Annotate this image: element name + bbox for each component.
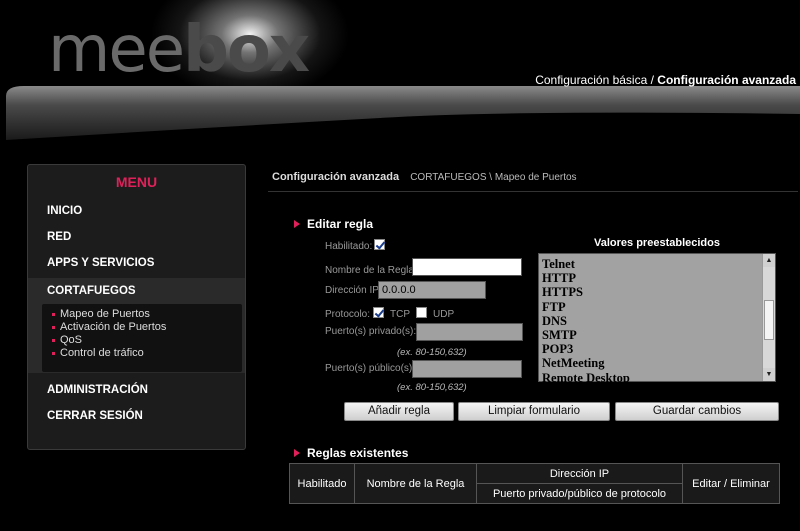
- tcp-checkbox[interactable]: [373, 307, 384, 318]
- add-rule-button[interactable]: Añadir regla: [344, 402, 454, 421]
- private-ports-hint: (ex. 80-150,632): [397, 347, 467, 358]
- preset-option-remote-desktop[interactable]: Remote Desktop: [542, 371, 760, 385]
- logo: meebox: [48, 18, 310, 82]
- existing-rules-heading: Reglas existentes: [294, 446, 408, 460]
- udp-label: UDP: [433, 309, 455, 320]
- preset-option-telnet[interactable]: Telnet: [542, 257, 760, 271]
- bullet-icon: [52, 312, 55, 316]
- scrollbar-thumb[interactable]: [764, 300, 774, 340]
- presets-scrollbar[interactable]: ▲ ▼: [762, 254, 775, 381]
- header-swoosh: [6, 86, 800, 140]
- ip-address-input[interactable]: [378, 281, 486, 299]
- enabled-label: Habilitado:: [325, 241, 373, 252]
- submenu-item-label: Mapeo de Puertos: [60, 308, 150, 320]
- column-header-rule-name: Nombre de la Regla: [354, 463, 477, 504]
- presets-listbox[interactable]: Telnet HTTP HTTPS FTP DNS SMTP POP3 NetM…: [538, 253, 776, 385]
- protocol-label: Protocolo:: [325, 309, 371, 320]
- existing-rules-title: Reglas existentes: [307, 446, 409, 460]
- save-changes-button[interactable]: Guardar cambios: [615, 402, 779, 421]
- edit-rule-heading: Editar regla: [294, 217, 373, 231]
- submenu-item-control-trafico[interactable]: Control de tráfico: [52, 347, 144, 359]
- page-title: Configuración avanzada: [272, 171, 400, 183]
- preset-option-netmeeting[interactable]: NetMeeting: [542, 356, 760, 370]
- cortafuegos-submenu: Mapeo de Puertos Activación de Puertos Q…: [42, 304, 242, 372]
- nav-separator: /: [647, 73, 658, 87]
- bullet-icon: [52, 351, 55, 355]
- submenu-item-mapeo-puertos[interactable]: Mapeo de Puertos: [52, 308, 150, 320]
- enabled-checkbox[interactable]: [374, 239, 385, 250]
- rule-name-input[interactable]: [412, 258, 522, 276]
- triangle-bullet-icon: [294, 449, 300, 457]
- private-ports-label: Puerto(s) privado(s):: [325, 326, 417, 337]
- preset-option-ftp[interactable]: FTP: [542, 300, 760, 314]
- submenu-item-activacion-puertos[interactable]: Activación de Puertos: [52, 321, 166, 333]
- submenu-item-label: QoS: [60, 334, 83, 346]
- breadcrumb: Configuración avanzada CORTAFUEGOS \ Map…: [272, 171, 577, 183]
- divider: [268, 191, 798, 192]
- sidebar-item-administracion[interactable]: ADMINISTRACIÓN: [47, 384, 148, 396]
- preset-option-http[interactable]: HTTP: [542, 271, 760, 285]
- clear-form-button[interactable]: Limpiar formulario: [458, 402, 610, 421]
- sidebar-item-cortafuegos[interactable]: CORTAFUEGOS: [47, 285, 136, 297]
- existing-rules-table: Habilitado Nombre de la Regla Dirección …: [289, 463, 780, 504]
- submenu-item-label: Activación de Puertos: [60, 321, 167, 333]
- public-ports-hint: (ex. 80-150,632): [397, 382, 467, 393]
- public-ports-label: Puerto(s) público(s):: [325, 363, 416, 374]
- nav-basic-config-link[interactable]: Configuración básica: [535, 73, 647, 87]
- preset-option-https[interactable]: HTTPS: [542, 285, 760, 299]
- triangle-bullet-icon: [294, 220, 300, 228]
- column-header-edit-delete: Editar / Eliminar: [682, 463, 780, 504]
- header: meebox Configuración básica / Configurac…: [0, 0, 800, 140]
- sidebar-item-cerrar-sesion[interactable]: CERRAR SESIÓN: [47, 410, 143, 422]
- sidebar-item-red[interactable]: RED: [47, 231, 71, 243]
- private-ports-input[interactable]: [416, 323, 523, 341]
- sidebar-item-inicio[interactable]: INICIO: [47, 205, 82, 217]
- sidebar-menu: MENU INICIO RED APPS Y SERVICIOS CORTAFU…: [27, 164, 246, 450]
- logo-text-mee: mee: [48, 13, 185, 87]
- tcp-label: TCP: [390, 309, 410, 320]
- column-header-enabled: Habilitado: [289, 463, 355, 504]
- top-nav: Configuración básica / Configuración ava…: [535, 73, 796, 87]
- submenu-item-qos[interactable]: QoS: [52, 334, 82, 346]
- presets-list: Telnet HTTP HTTPS FTP DNS SMTP POP3 NetM…: [542, 257, 760, 385]
- edit-rule-title: Editar regla: [307, 217, 374, 231]
- preset-option-dns[interactable]: DNS: [542, 314, 760, 328]
- scroll-up-arrow-icon[interactable]: ▲: [763, 254, 775, 267]
- sidebar-item-apps-servicios[interactable]: APPS Y SERVICIOS: [47, 257, 154, 269]
- preset-option-pop3[interactable]: POP3: [542, 342, 760, 356]
- submenu-item-label: Control de tráfico: [60, 347, 144, 359]
- ip-address-label: Dirección IP:: [325, 285, 382, 296]
- column-header-ports-protocol: Puerto privado/público de protocolo: [476, 483, 683, 504]
- menu-title: MENU: [115, 174, 158, 190]
- column-header-ip-address: Dirección IP: [476, 463, 683, 484]
- scroll-down-arrow-icon[interactable]: ▼: [763, 368, 775, 381]
- bullet-icon: [52, 325, 55, 329]
- logo-text-box: box: [183, 13, 310, 87]
- presets-title: Valores preestablecidos: [594, 237, 720, 249]
- bullet-icon: [52, 338, 55, 342]
- nav-advanced-config-link[interactable]: Configuración avanzada: [657, 73, 796, 87]
- udp-checkbox[interactable]: [416, 307, 427, 318]
- public-ports-input[interactable]: [412, 360, 522, 378]
- preset-option-smtp[interactable]: SMTP: [542, 328, 760, 342]
- rule-name-label: Nombre de la Regla:: [325, 265, 417, 276]
- breadcrumb-path: CORTAFUEGOS \ Mapeo de Puertos: [410, 172, 577, 183]
